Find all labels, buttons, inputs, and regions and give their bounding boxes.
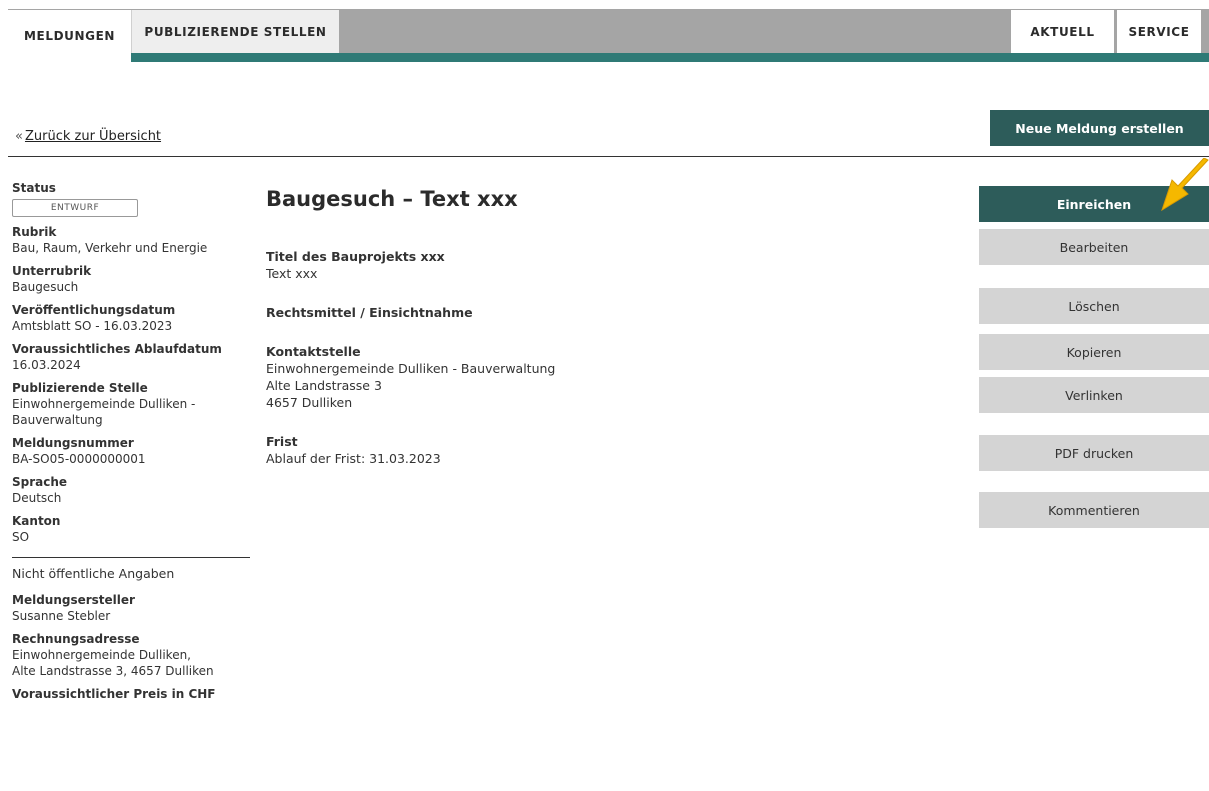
section-deadline: Frist Ablauf der Frist: 31.03.2023 — [266, 433, 966, 467]
billing-address-line1: Einwohnergemeinde Dulliken, — [12, 648, 191, 662]
delete-button[interactable]: Löschen — [979, 288, 1209, 324]
publication-date-label: Veröffentlichungsdatum — [12, 303, 176, 317]
price-label: Voraussichtlicher Preis in CHF — [12, 687, 216, 701]
language-value: Deutsch — [12, 491, 62, 505]
language-label: Sprache — [12, 475, 68, 489]
back-to-overview[interactable]: «Zurück zur Übersicht — [15, 129, 161, 144]
status-badge: ENTWURF — [12, 199, 138, 217]
header-divider — [8, 156, 1209, 157]
project-title-text: Text xxx — [266, 266, 318, 281]
edit-button[interactable]: Bearbeiten — [979, 229, 1209, 265]
comment-button[interactable]: Kommentieren — [979, 492, 1209, 528]
nav-accent-line — [8, 53, 1209, 62]
back-link-label[interactable]: Zurück zur Übersicht — [25, 129, 161, 144]
creator-label: Meldungsersteller — [12, 593, 135, 607]
status-label: Status — [12, 181, 56, 195]
section-title: Titel des Bauprojekts xxx Text xxx — [266, 248, 966, 282]
nonpublic-heading: Nicht öffentliche Angaben — [12, 566, 175, 581]
deadline-heading: Frist — [266, 434, 298, 449]
publisher-label: Publizierende Stelle — [12, 381, 148, 395]
tab-meldungen[interactable]: MELDUNGEN — [8, 10, 131, 62]
section-legal: Rechtsmittel / Einsichtnahme — [266, 304, 966, 321]
expiry-date-label: Voraussichtliches Ablaufdatum — [12, 342, 222, 356]
meta-sidebar: Status ENTWURF Rubrik Bau, Raum, Verkehr… — [12, 180, 252, 709]
back-arrow-icon: « — [15, 129, 23, 144]
link-button[interactable]: Verlinken — [979, 377, 1209, 413]
canton-value: SO — [12, 530, 30, 544]
unterrubrik-label: Unterrubrik — [12, 264, 92, 278]
tab-aktuell[interactable]: AKTUELL — [1011, 10, 1114, 53]
contact-heading: Kontaktstelle — [266, 344, 361, 359]
hint-arrow-icon — [1161, 158, 1209, 212]
report-content: Baugesuch – Text xxx Titel des Bauprojek… — [266, 187, 966, 489]
publisher-value-line1: Einwohnergemeinde Dulliken - — [12, 397, 196, 411]
tab-service[interactable]: SERVICE — [1117, 10, 1201, 53]
deadline-text: Ablauf der Frist: 31.03.2023 — [266, 451, 441, 466]
new-report-button[interactable]: Neue Meldung erstellen — [990, 110, 1209, 146]
publication-date-value: Amtsblatt SO - 16.03.2023 — [12, 319, 173, 333]
page-title: Baugesuch – Text xxx — [266, 187, 518, 211]
billing-address-label: Rechnungsadresse — [12, 632, 140, 646]
legal-heading: Rechtsmittel / Einsichtnahme — [266, 305, 473, 320]
sidebar-divider — [12, 557, 250, 558]
publisher-value-line2: Bauverwaltung — [12, 413, 103, 427]
billing-address-line2: Alte Landstrasse 3, 4657 Dulliken — [12, 664, 214, 678]
section-contact: Kontaktstelle Einwohnergemeinde Dulliken… — [266, 343, 966, 411]
unterrubrik-value: Baugesuch — [12, 280, 79, 294]
tab-publizierende-stellen[interactable]: PUBLIZIERENDE STELLEN — [131, 10, 339, 53]
report-number-value: BA-SO05-0000000001 — [12, 452, 146, 466]
project-title-heading: Titel des Bauprojekts xxx — [266, 249, 445, 264]
rubrik-label: Rubrik — [12, 225, 57, 239]
creator-value: Susanne Stebler — [12, 609, 111, 623]
report-number-label: Meldungsnummer — [12, 436, 134, 450]
print-pdf-button[interactable]: PDF drucken — [979, 435, 1209, 471]
canton-label: Kanton — [12, 514, 61, 528]
contact-line3: 4657 Dulliken — [266, 395, 353, 410]
contact-line2: Alte Landstrasse 3 — [266, 378, 382, 393]
copy-button[interactable]: Kopieren — [979, 334, 1209, 370]
contact-line1: Einwohnergemeinde Dulliken - Bauverwaltu… — [266, 361, 556, 376]
expiry-date-value: 16.03.2024 — [12, 358, 81, 372]
rubrik-value: Bau, Raum, Verkehr und Energie — [12, 241, 208, 255]
